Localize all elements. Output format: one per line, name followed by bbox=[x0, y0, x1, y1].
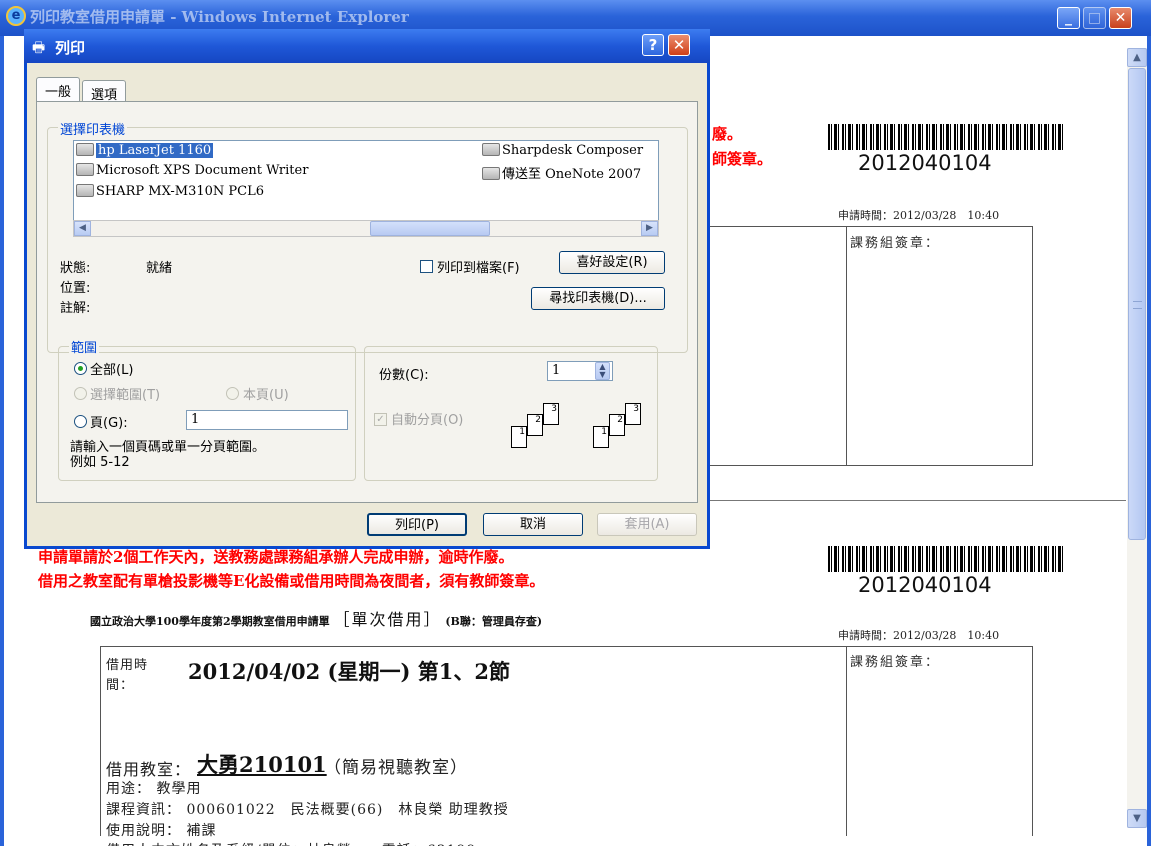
collate-page-icon: 3 bbox=[625, 403, 641, 425]
room-desc: （簡易視聽教室） bbox=[324, 758, 468, 778]
scroll-right-icon[interactable]: ▶ bbox=[641, 221, 658, 236]
collate-page-icon: 2 bbox=[609, 414, 625, 436]
vertical-scrollbar[interactable]: ▲ ▼ bbox=[1127, 48, 1147, 828]
dialog-close-button[interactable]: ✕ bbox=[668, 34, 690, 56]
notice-line-2: 借用之教室配有單槍投影機等E化設備或借用時間為夜間者，須有教師簽章。 bbox=[38, 572, 545, 590]
barcode-number-2: 2012040104 bbox=[858, 573, 992, 597]
seal-label-2: 課務組簽章： bbox=[850, 655, 941, 670]
usage-note-text: 使用說明： 補課 bbox=[106, 823, 217, 839]
range-selection-radio bbox=[74, 387, 87, 400]
form-title: 國立政治大學100學年度第2學期教室借用申請單 ［單次借用］ (B聯：管理員存查… bbox=[90, 606, 542, 630]
notice-line-1: 申請單請於2個工作天內，送教務處課務組承辦人完成申辦，逾時作廢。 bbox=[38, 548, 514, 566]
printer-item-xps[interactable]: Microsoft XPS Document Writer bbox=[76, 163, 308, 178]
form-type: ［單次借用］ bbox=[333, 610, 442, 629]
print-to-file-checkbox[interactable] bbox=[420, 260, 433, 273]
collate-page-icon: 3 bbox=[543, 403, 559, 425]
printer-icon bbox=[76, 163, 94, 176]
scroll-up-icon[interactable]: ▲ bbox=[1127, 48, 1147, 67]
window-frame-left bbox=[0, 36, 4, 846]
range-current-radio bbox=[226, 387, 239, 400]
print-button[interactable]: 列印(P) bbox=[367, 513, 467, 536]
scroll-left-icon[interactable]: ◀ bbox=[74, 221, 91, 236]
status-label: 狀態: bbox=[60, 261, 91, 276]
select-printer-title: 選擇印表機 bbox=[58, 119, 128, 138]
location-label: 位置: bbox=[60, 281, 91, 296]
borrow-time-label: 借用時間： bbox=[106, 658, 149, 693]
preferences-button[interactable]: 喜好設定(R) bbox=[559, 251, 665, 274]
minimize-button[interactable]: _ bbox=[1057, 7, 1080, 29]
purpose-text: 用途： 教學用 bbox=[106, 781, 202, 797]
ie-window-title: 列印教室借用申請單 - Windows Internet Explorer bbox=[30, 8, 409, 26]
barcode-2 bbox=[828, 546, 1066, 572]
room-label: 借用教室： bbox=[106, 760, 192, 779]
dialog-title-bar: 🖶 列印 ? ✕ bbox=[24, 29, 710, 63]
printer-item-onenote[interactable]: 傳送至 OneNote 2007 bbox=[482, 163, 641, 182]
apply-time-1: 申請時間：2012/03/28 10:40 bbox=[838, 209, 1000, 222]
seal-divider-1 bbox=[846, 226, 847, 466]
range-all-radio[interactable] bbox=[74, 362, 87, 375]
printer-item-hp[interactable]: hp LaserJet 1160 bbox=[76, 143, 214, 158]
window-frame-right bbox=[1147, 36, 1151, 846]
copies-label: 份數(C): bbox=[379, 368, 429, 383]
collate-preview-1: 1 2 3 bbox=[511, 403, 571, 453]
collate-page-icon: 2 bbox=[527, 414, 543, 436]
cancel-button[interactable]: 取消 bbox=[483, 513, 583, 536]
help-button[interactable]: ? bbox=[642, 34, 664, 56]
collate-checkbox: ✓ bbox=[374, 413, 387, 426]
seal-label-1: 課務組簽章： bbox=[850, 236, 941, 251]
range-pages-radio[interactable] bbox=[74, 415, 87, 428]
range-current-label: 本頁(U) bbox=[243, 388, 289, 403]
tab-options[interactable]: 選項 bbox=[82, 80, 127, 103]
scroll-down-icon[interactable]: ▼ bbox=[1127, 809, 1147, 828]
scroll-thumb[interactable] bbox=[1128, 68, 1146, 540]
grip-icon bbox=[1133, 301, 1142, 309]
printer-icon bbox=[482, 143, 500, 156]
print-to-file-label[interactable]: 列印到檔案(F) bbox=[437, 257, 520, 276]
barcode-number-1: 2012040104 bbox=[858, 151, 992, 175]
printer-icon bbox=[76, 184, 94, 197]
window-close-button[interactable]: ✕ bbox=[1109, 7, 1132, 29]
status-value: 就緒 bbox=[146, 261, 173, 276]
tab-general[interactable]: 一般 bbox=[36, 77, 81, 103]
form-box-1 bbox=[700, 226, 1033, 466]
collate-page-icon: 1 bbox=[511, 426, 527, 448]
apply-time-2: 申請時間：2012/03/28 10:40 bbox=[838, 629, 1000, 642]
collate-page-icon: 1 bbox=[593, 426, 609, 448]
range-selection-label: 選擇範圍(T) bbox=[90, 388, 161, 403]
seal-divider-2 bbox=[846, 646, 847, 836]
printer-list-hscrollbar[interactable]: ◀ ▶ bbox=[73, 220, 659, 237]
cutoff-text: 借用人中文姓名及系級/單位：林良榮 電話：63199 bbox=[106, 840, 476, 846]
course-info-text: 課程資訊： 000601022 民法概要(66) 林良榮 助理教授 bbox=[106, 802, 509, 818]
printer-icon bbox=[482, 167, 500, 180]
copies-spin-icon[interactable]: ▲ ▼ bbox=[595, 362, 610, 380]
printer-item-sharpdesk[interactable]: Sharpdesk Composer bbox=[482, 143, 643, 158]
range-title: 範圍 bbox=[69, 337, 100, 356]
collate-label: 自動分頁(O) bbox=[391, 413, 464, 428]
form-copy: (B聯：管理員存查) bbox=[445, 615, 543, 628]
print-dialog: 🖶 列印 ? ✕ 一般 選項 選擇印表機 hp LaserJet 1160 Mi… bbox=[24, 29, 710, 549]
dialog-title: 列印 bbox=[55, 39, 86, 57]
range-all-label[interactable]: 全部(L) bbox=[90, 359, 133, 378]
pages-input[interactable]: 1 bbox=[186, 410, 348, 430]
find-printer-button[interactable]: 尋找印表機(D)... bbox=[531, 287, 665, 310]
notice-line-2-tail: 師簽章。 bbox=[712, 150, 773, 168]
maximize-button[interactable]: □ bbox=[1083, 7, 1106, 29]
room-value: 大勇210101 bbox=[197, 752, 327, 777]
hscroll-thumb[interactable] bbox=[370, 221, 490, 236]
range-pages-label[interactable]: 頁(G): bbox=[90, 412, 128, 431]
printer-item-sharp[interactable]: SHARP MX-M310N PCL6 bbox=[76, 184, 264, 199]
apply-button: 套用(A) bbox=[597, 513, 697, 536]
barcode-1 bbox=[828, 124, 1066, 150]
notice-line-1-tail: 廢。 bbox=[712, 125, 743, 143]
form-title-text: 國立政治大學100學年度第2學期教室借用申請單 bbox=[90, 615, 330, 628]
borrow-time-value: 2012/04/02 (星期一) 第1、2節 bbox=[188, 659, 510, 684]
collate-preview-2: 1 2 3 bbox=[593, 403, 653, 453]
range-example: 例如 5-12 bbox=[70, 455, 130, 470]
ie-logo-icon: e bbox=[6, 6, 26, 26]
printer-icon bbox=[76, 143, 94, 156]
comment-label: 註解: bbox=[60, 301, 91, 316]
printer-icon: 🖶 bbox=[32, 40, 46, 56]
